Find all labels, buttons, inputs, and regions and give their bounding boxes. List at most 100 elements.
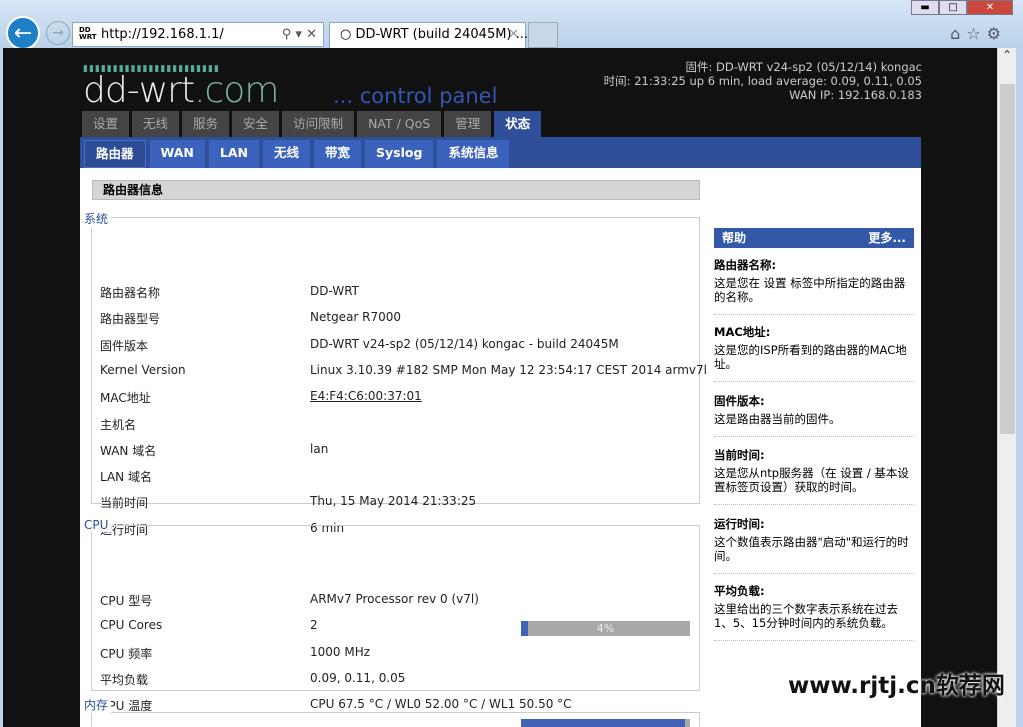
browser-chrome: ← → DD WRT http://192.168.1.1/ ⚲ ▾ ✕ ○ DD… (0, 0, 1023, 50)
help-item-text: 这是您在 设置 标签中所指定的路由器的名称。 (714, 276, 906, 304)
watermark: www.rjtj.cn软荐网 (788, 673, 1005, 699)
info-label: 当前时间 (100, 496, 149, 511)
help-title: 帮助 (722, 231, 747, 245)
system-fieldset (91, 217, 700, 504)
scroll-thumb[interactable] (1000, 84, 1015, 434)
info-label: 平均负载 (100, 672, 149, 687)
info-value: Thu, 15 May 2014 21:33:25 (310, 494, 477, 509)
help-item-text: 这个数值表示路由器"启动"和运行的时间。 (714, 535, 909, 563)
page: ▮▮▮▮▮▮▮▮▮▮▮▮▮▮▮▮▮▮▮▮▮▮▮ dd-wrt.com ... c… (3, 48, 997, 727)
help-item: 平均负载: 这里给出的三个数字表示系统在过去1、5、15分钟时间内的系统负载。 (714, 584, 914, 641)
info-label: WAN 域名 (100, 443, 157, 458)
help-item-text: 这是您从ntp服务器（在 设置 / 基本设置标签页设置）获取的时间。 (714, 466, 909, 494)
help-item-title: 路由器名称: (714, 258, 777, 272)
subtab-lan[interactable]: LAN (208, 140, 259, 168)
tab-services[interactable]: 服务 (182, 111, 230, 137)
minimize-button[interactable]: ▬ (911, 0, 939, 15)
cpu-fieldset (91, 525, 700, 691)
wan-ip-info: WAN IP: 192.168.0.183 (789, 88, 922, 102)
tab-administration[interactable]: 管理 (444, 111, 492, 137)
gear-icon[interactable]: ⚙ (987, 24, 1007, 43)
help-item-title: 运行时间: (714, 517, 765, 531)
help-item-title: 平均负载: (714, 584, 765, 598)
tab-security[interactable]: 安全 (232, 111, 280, 137)
home-icon[interactable]: ⌂ (950, 24, 966, 43)
tab-status[interactable]: 状态 (494, 111, 542, 139)
firmware-info: 固件: DD-WRT v24-sp2 (05/12/14) kongac (685, 60, 922, 74)
close-tab-icon[interactable]: ✕ (508, 23, 519, 47)
info-value: 0.09, 0.11, 0.05 (310, 670, 406, 685)
system-legend: 系统 (84, 210, 112, 227)
tab-setup[interactable]: 设置 (82, 111, 130, 137)
info-label: 路由器名称 (100, 286, 161, 300)
info-label: 固件版本 (100, 338, 149, 353)
uptime-info: 时间: 21:33:25 up 6 min, load average: 0.0… (603, 74, 922, 88)
content-panel: 路由器信息 系统 路由器名称 DD-WRT 路由器型号 Netgear R7000 固件… (80, 168, 921, 727)
tab-title: DD-WRT (build 24045M) ... (355, 27, 529, 42)
help-item: 路由器名称: 这是您在 设置 标签中所指定的路由器的名称。 (714, 258, 914, 315)
tab-access-restrictions[interactable]: 访问限制 (282, 111, 355, 137)
dd-wrt-logo: ▮▮▮▮▮▮▮▮▮▮▮▮▮▮▮▮▮▮▮▮▮▮▮ dd-wrt.com ... c… (83, 64, 498, 111)
scroll-up-icon[interactable]: ⌃ (998, 48, 1016, 68)
favorites-star-icon[interactable]: ☆ (966, 24, 986, 43)
help-item: 运行时间: 这个数值表示路由器"启动"和运行的时间。 (714, 517, 914, 574)
main-tabs: 设置 无线 服务 安全 访问限制 NAT / QoS 管理 状态 (82, 111, 542, 139)
info-label: MAC地址 (100, 391, 151, 406)
help-item-text: 这是路由器当前的固件。 (714, 412, 841, 426)
info-value: DD-WRT v24-sp2 (05/12/14) kongac - build… (310, 336, 619, 351)
info-label: CPU 频率 (100, 646, 153, 661)
address-bar[interactable]: DD WRT http://192.168.1.1/ ⚲ ▾ ✕ (72, 22, 324, 47)
info-value: CPU 67.5 °C / WL0 52.00 °C / WL1 50.50 °… (310, 697, 572, 712)
help-item-text: 这是您的ISP所看到的路由器的MAC地址。 (714, 343, 907, 371)
help-item: MAC地址: 这是您的ISP所看到的路由器的MAC地址。 (714, 325, 914, 382)
back-button[interactable]: ← (6, 16, 40, 50)
help-more-link[interactable]: 更多... (868, 228, 906, 248)
subtab-wireless[interactable]: 无线 (263, 140, 311, 168)
forward-button[interactable]: → (46, 21, 70, 45)
help-item: 固件版本: 这是路由器当前的固件。 (714, 394, 914, 437)
info-value: 2 (310, 618, 318, 633)
close-window-button[interactable]: ✕ (967, 0, 1013, 15)
subtab-sysinfo[interactable]: 系统信息 (437, 140, 510, 168)
help-header: 帮助 更多... (714, 228, 914, 248)
info-value: DD-WRT (310, 284, 359, 298)
info-value: Linux 3.10.39 #182 SMP Mon May 12 23:54:… (310, 362, 708, 377)
info-label: 主机名 (100, 417, 137, 432)
info-label: CPU Cores (100, 618, 163, 633)
info-value: Netgear R7000 (310, 310, 402, 325)
cpu-legend: CPU (84, 518, 112, 532)
search-dropdown-refresh-icons[interactable]: ⚲ ▾ ✕ (282, 23, 317, 46)
info-label: LAN 域名 (100, 470, 152, 485)
help-item-title: 当前时间: (714, 448, 765, 462)
info-label: Kernel Version (100, 362, 186, 377)
tab-wireless[interactable]: 无线 (132, 111, 180, 137)
sub-tabs: 路由器 WAN LAN 无线 带宽 Syslog 系统信息 (80, 137, 921, 168)
info-label: 路由器型号 (100, 312, 161, 327)
subtab-router[interactable]: 路由器 (84, 140, 146, 168)
help-item-title: MAC地址: (714, 325, 771, 339)
subtab-syslog[interactable]: Syslog (365, 140, 434, 168)
info-label: CPU 型号 (100, 594, 153, 608)
new-tab-button[interactable] (528, 22, 558, 48)
status-info: 固件: DD-WRT v24-sp2 (05/12/14) kongac 时间:… (604, 60, 922, 102)
load-progress-bar: 4% (521, 621, 690, 636)
help-item: 当前时间: 这是您从ntp服务器（在 设置 / 基本设置标签页设置）获取的时间。 (714, 448, 914, 505)
help-item-title: 固件版本: (714, 394, 765, 408)
tab-nat-qos[interactable]: NAT / QoS (357, 111, 442, 137)
browser-tab[interactable]: ○ DD-WRT (build 24045M) ... ✕ (329, 22, 529, 48)
info-value: ARMv7 Processor rev 0 (v7l) (310, 592, 479, 606)
section-title: 路由器信息 (92, 180, 700, 200)
info-value: lan (310, 441, 329, 456)
help-item-text: 这里给出的三个数字表示系统在过去1、5、15分钟时间内的系统负载。 (714, 602, 898, 630)
info-value[interactable]: E4:F4:C6:00:37:01 (310, 389, 422, 403)
subtab-bandwidth[interactable]: 带宽 (314, 140, 362, 168)
memory-legend: 内存 (84, 696, 112, 713)
memory-progress-bar (521, 719, 690, 727)
vertical-scrollbar[interactable]: ⌃ (997, 48, 1016, 727)
maximize-button[interactable]: □ (939, 0, 967, 15)
subtab-wan[interactable]: WAN (149, 140, 205, 168)
url-text: http://192.168.1.1/ (101, 27, 224, 42)
favicon-icon: DD WRT (79, 26, 97, 41)
window-frame (1016, 48, 1023, 727)
info-value: 1000 MHz (310, 644, 371, 659)
